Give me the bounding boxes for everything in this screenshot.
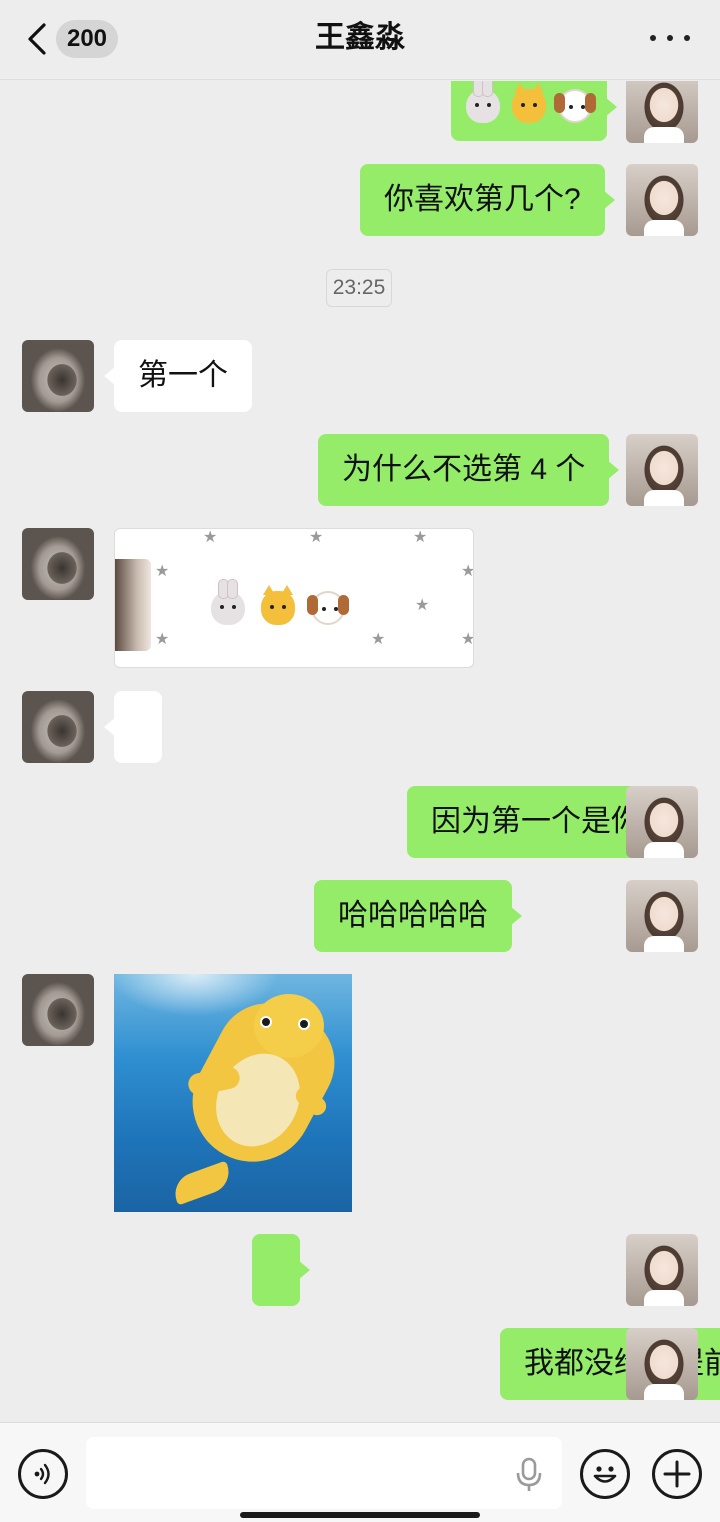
image-message[interactable]: ★ ★ ★ ★ ★ ★ ★ ★ ★ bbox=[114, 528, 474, 668]
plus-icon bbox=[663, 1460, 691, 1488]
more-options-button[interactable] bbox=[650, 22, 690, 54]
rabbit-face-icon bbox=[466, 81, 500, 123]
more-dot-icon bbox=[650, 35, 656, 41]
my-avatar[interactable] bbox=[626, 434, 698, 506]
dog-face-icon bbox=[554, 89, 596, 123]
voice-mode-button[interactable] bbox=[18, 1449, 68, 1499]
dog-face-icon bbox=[307, 591, 349, 625]
chat-title: 王鑫淼 bbox=[315, 21, 405, 54]
message-bubble[interactable]: 为什么不选第 4 个 bbox=[318, 434, 620, 506]
photo-thumbnail bbox=[115, 559, 151, 651]
message-bubble[interactable]: 第一个 bbox=[104, 340, 252, 412]
timestamp-label: 23:25 bbox=[326, 269, 392, 307]
message-bubble[interactable]: 哈哈哈哈哈 bbox=[314, 880, 522, 952]
message-bubble[interactable] bbox=[252, 1234, 310, 1306]
more-dot-icon bbox=[667, 35, 673, 41]
star-icon: ★ bbox=[413, 528, 428, 546]
cat-face-icon bbox=[261, 585, 295, 625]
star-icon: ★ bbox=[309, 528, 324, 546]
my-avatar[interactable] bbox=[626, 880, 698, 952]
message-input[interactable] bbox=[86, 1437, 562, 1509]
chat-header: 200 王鑫淼 bbox=[0, 0, 720, 80]
contact-avatar[interactable] bbox=[22, 974, 94, 1046]
my-avatar[interactable] bbox=[626, 81, 698, 143]
star-icon: ★ bbox=[461, 629, 474, 648]
emoji-icon bbox=[593, 1466, 617, 1483]
unread-count-badge: 200 bbox=[56, 20, 118, 58]
message-bubble[interactable] bbox=[451, 81, 617, 141]
star-icon: ★ bbox=[415, 595, 430, 614]
star-icon: ★ bbox=[203, 528, 218, 546]
microphone-icon[interactable] bbox=[514, 1457, 544, 1493]
my-avatar[interactable] bbox=[626, 1234, 698, 1306]
back-button[interactable]: 200 bbox=[22, 18, 132, 60]
message-bubble[interactable] bbox=[104, 691, 162, 763]
rabbit-face-icon bbox=[211, 579, 245, 625]
emoji-button[interactable] bbox=[580, 1449, 630, 1499]
message-bubble[interactable]: 你喜欢第几个? bbox=[360, 164, 615, 236]
emoji-row bbox=[466, 81, 596, 123]
more-dot-icon bbox=[684, 35, 690, 41]
seal-eye bbox=[298, 1018, 310, 1030]
more-functions-button[interactable] bbox=[652, 1449, 702, 1499]
seal-eye bbox=[260, 1016, 272, 1028]
seal-tail bbox=[169, 1160, 235, 1206]
input-bar bbox=[0, 1422, 720, 1522]
star-icon: ★ bbox=[155, 561, 170, 580]
chevron-left-icon bbox=[22, 18, 52, 60]
message-list[interactable]: 你喜欢第几个? 23:25 第一个 为什么不选第 4 个 ★ ★ ★ ★ ★ ★… bbox=[0, 81, 720, 1422]
contact-avatar[interactable] bbox=[22, 691, 94, 763]
my-avatar[interactable] bbox=[626, 1328, 698, 1400]
seal-sticker-image[interactable] bbox=[114, 974, 352, 1212]
my-avatar[interactable] bbox=[626, 164, 698, 236]
emoji-row bbox=[211, 579, 349, 625]
seal-head bbox=[254, 994, 324, 1058]
contact-avatar[interactable] bbox=[22, 528, 94, 600]
star-icon: ★ bbox=[461, 561, 474, 580]
home-indicator[interactable] bbox=[240, 1512, 480, 1518]
star-icon: ★ bbox=[155, 629, 170, 648]
star-icon: ★ bbox=[371, 629, 386, 648]
my-avatar[interactable] bbox=[626, 786, 698, 858]
voice-icon bbox=[34, 1463, 50, 1485]
contact-avatar[interactable] bbox=[22, 340, 94, 412]
cat-face-icon bbox=[512, 83, 546, 123]
